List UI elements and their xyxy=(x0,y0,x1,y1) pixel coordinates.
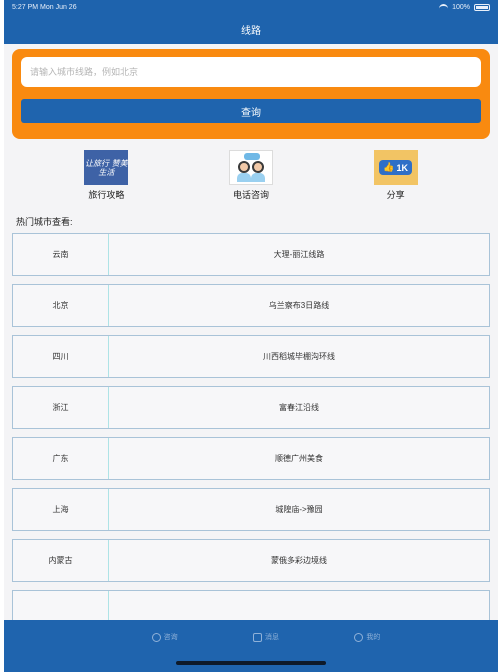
home-indicator[interactable] xyxy=(176,661,326,665)
shortcut-share[interactable]: 👍 1K 分享 xyxy=(356,150,436,201)
route-name-cell: 富春江沿线 xyxy=(279,403,319,412)
nav-bar: 线路 xyxy=(4,14,498,44)
city-name-cell: 四川 xyxy=(13,336,109,377)
share-thumbs-up-icon: 👍 1K xyxy=(373,150,418,185)
shortcut-label: 旅行攻略 xyxy=(88,190,125,200)
city-name-cell: 上海 xyxy=(13,489,109,530)
shortcut-row: 让旅行 赞美生活 旅行攻略 电话咨询 👍 1K 分享 xyxy=(4,139,498,201)
route-name-cell: 川西稻城毕棚沟环线 xyxy=(263,352,335,361)
tab-messages[interactable]: 消息 xyxy=(252,632,279,642)
travel-guide-icon: 让旅行 赞美生活 xyxy=(84,150,129,185)
city-route-row[interactable]: 四川 川西稻城毕棚沟环线 xyxy=(12,335,490,378)
city-route-list: 云南 大理-丽江线路 北京 乌兰察布3日路线 四川 川西稻城毕棚沟环线 浙江 富… xyxy=(4,233,498,633)
city-route-row[interactable]: 云南 大理-丽江线路 xyxy=(12,233,490,276)
route-name-cell: 顺德广州美食 xyxy=(275,454,323,463)
route-name-cell: 蒙俄多彩边境线 xyxy=(271,556,327,565)
travel-guide-image-text: 让旅行 赞美生活 xyxy=(85,158,128,177)
wifi-icon xyxy=(439,4,449,10)
search-panel: 查询 xyxy=(12,49,490,139)
city-name-cell: 广东 xyxy=(13,438,109,479)
city-route-row[interactable]: 内蒙古 蒙俄多彩边境线 xyxy=(12,539,490,582)
profile-icon xyxy=(354,632,364,642)
search-input[interactable] xyxy=(21,57,481,87)
shortcut-label: 分享 xyxy=(386,190,405,200)
route-name-cell: 城隍庙->豫园 xyxy=(275,505,323,514)
city-route-row[interactable]: 上海 城隍庙->豫园 xyxy=(12,488,490,531)
tab-label: 我的 xyxy=(366,634,381,641)
route-name-cell: 大理-丽江线路 xyxy=(273,250,325,259)
thumbs-up-glyph: 👍 xyxy=(383,162,395,172)
tab-label: 消息 xyxy=(264,634,279,641)
route-name-cell: 乌兰察布3日路线 xyxy=(268,301,330,310)
tab-profile[interactable]: 我的 xyxy=(354,632,380,642)
thumbs-up-badge: 👍 1K xyxy=(379,160,412,175)
city-name-cell: 北京 xyxy=(13,285,109,326)
phone-consult-icon xyxy=(228,150,273,185)
status-right: 100% xyxy=(439,3,490,11)
share-count: 1K xyxy=(396,162,408,173)
city-name-cell: 云南 xyxy=(13,234,109,275)
status-time-date: 5:27 PM Mon Jun 26 xyxy=(12,3,77,11)
city-name-cell: 内蒙古 xyxy=(13,540,109,581)
tab-bar: 咨询 消息 我的 xyxy=(4,620,498,672)
battery-icon xyxy=(474,3,490,11)
city-route-row[interactable]: 浙江 富春江沿线 xyxy=(12,386,490,429)
shortcut-phone-consult[interactable]: 电话咨询 xyxy=(211,150,291,201)
city-route-row[interactable]: 广东 顺德广州美食 xyxy=(12,437,490,480)
shortcut-label: 电话咨询 xyxy=(232,190,269,200)
section-title: 热门城市查看: xyxy=(16,217,73,227)
status-bar: 5:27 PM Mon Jun 26 100% xyxy=(4,0,498,14)
shortcut-travel-guide[interactable]: 让旅行 赞美生活 旅行攻略 xyxy=(66,150,146,201)
tab-consult[interactable]: 咨询 xyxy=(151,632,178,642)
app-screen: 5:27 PM Mon Jun 26 100% 线路 查询 让旅行 赞美生活 旅… xyxy=(4,0,498,672)
tab-label: 咨询 xyxy=(163,634,178,641)
message-icon xyxy=(252,632,262,642)
consult-icon xyxy=(151,632,161,642)
city-route-row[interactable]: 北京 乌兰察布3日路线 xyxy=(12,284,490,327)
city-name-cell: 浙江 xyxy=(13,387,109,428)
battery-percent: 100% xyxy=(452,3,470,11)
page-title: 线路 xyxy=(241,25,261,37)
search-button[interactable]: 查询 xyxy=(21,99,481,123)
